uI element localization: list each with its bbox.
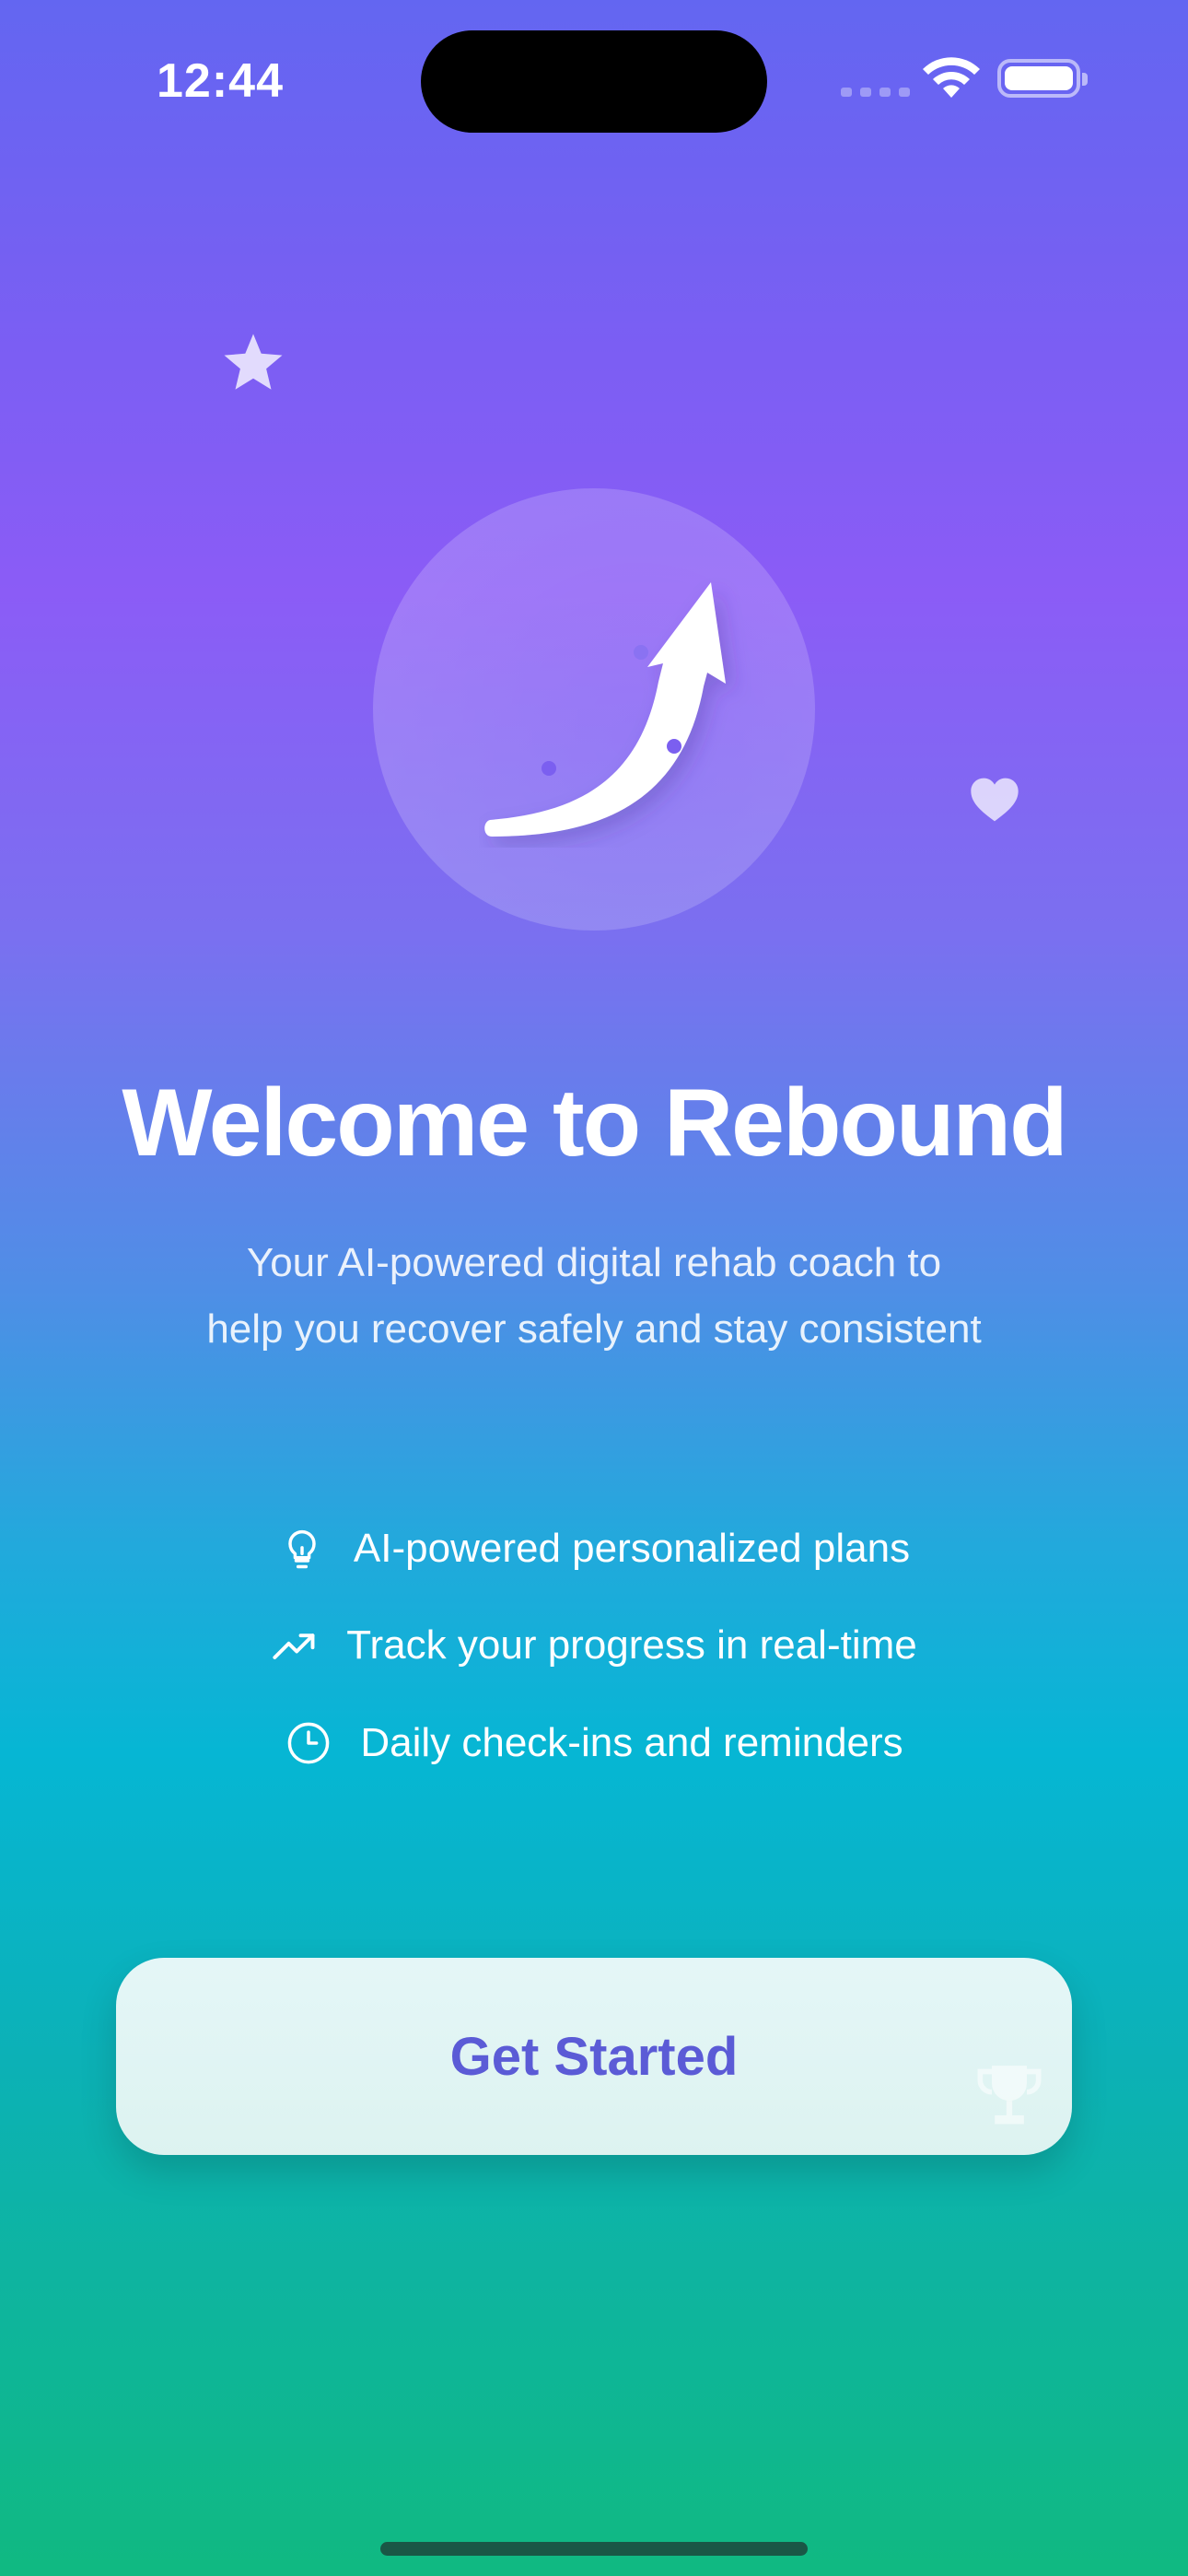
cellular-signal-icon [841,88,910,97]
wifi-icon [923,57,980,98]
dynamic-island [421,30,767,133]
battery-icon [997,59,1088,98]
feature-item-reminders: Daily check-ins and reminders [0,1719,1188,1767]
feature-item-progress: Track your progress in real-time [0,1622,1188,1669]
welcome-title: Welcome to Rebound [122,1070,1067,1177]
trophy-icon [977,2066,1042,2125]
lightbulb-icon [288,1529,316,1569]
star-icon [224,334,283,390]
subtitle-line-1: Your AI-powered digital rehab coach to [246,1240,942,1285]
clock-icon [288,1722,330,1764]
trending-up-arrow-icon [484,582,726,837]
trending-up-icon [273,1633,315,1659]
welcome-screen: 12:44 Welcome to Rebound Your AI-powered… [0,0,1188,2576]
welcome-subtitle: Your AI-powered digital rehab coach to h… [138,1230,1050,1363]
get-started-button[interactable]: Get Started [116,1958,1072,2155]
home-indicator[interactable] [380,2542,808,2556]
status-time: 12:44 [157,54,284,108]
feature-label: Track your progress in real-time [346,1622,917,1668]
subtitle-line-2: help you recover safely and stay consist… [206,1306,982,1352]
feature-label: AI-powered personalized plans [353,1526,911,1571]
feature-label: Daily check-ins and reminders [360,1720,903,1765]
get-started-label: Get Started [449,2026,739,2087]
heart-icon [971,778,1019,822]
feature-item-plans: AI-powered personalized plans [0,1525,1188,1573]
